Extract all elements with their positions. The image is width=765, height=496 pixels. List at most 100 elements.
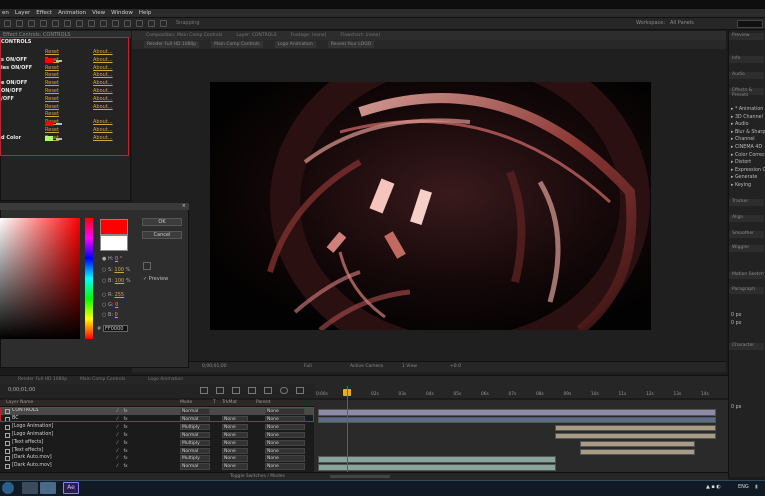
reset-link[interactable]: Reset [45, 104, 59, 110]
blend-mode-select[interactable]: Normal [180, 447, 210, 454]
effect-category-item[interactable]: ▸ Blur & Sharpen [731, 130, 765, 135]
brush-tool-icon[interactable] [112, 20, 119, 27]
about-link[interactable]: About... [93, 57, 113, 63]
parent-select[interactable]: None [265, 439, 305, 447]
shy-layers-icon[interactable] [232, 387, 240, 394]
rotate-tool-icon[interactable] [40, 20, 47, 27]
clone-tool-icon[interactable] [124, 20, 131, 27]
effect-category-item[interactable]: ▸ Generate [731, 175, 757, 180]
menu-item-layer[interactable]: Layer [15, 10, 30, 16]
pan-behind-tool-icon[interactable] [64, 20, 71, 27]
hand-tool-icon[interactable] [16, 20, 23, 27]
layer-row[interactable]: [Dark Auto.mov] ⁄ fx Normal None None [0, 463, 314, 472]
reset-link[interactable]: Reset [45, 72, 59, 78]
eyedropper-icon[interactable] [56, 60, 62, 62]
old-color-swatch[interactable] [100, 235, 128, 251]
reset-link[interactable]: Reset [45, 49, 59, 55]
exposure-value[interactable]: +0.0 [450, 364, 461, 369]
snapping-label[interactable]: Snapping [176, 20, 200, 26]
track-matte-select[interactable]: None [222, 439, 248, 447]
layer-name[interactable]: [Text effects] [12, 448, 43, 453]
layer-switches[interactable]: ⁄ fx [117, 449, 128, 454]
layer-switches[interactable]: ⁄ fx [117, 441, 128, 446]
layer-row[interactable]: [Text effects] ⁄ fx Multiply None None [0, 439, 314, 448]
composition-viewer[interactable] [210, 82, 651, 330]
layer-switches[interactable]: ⁄ fx [117, 425, 128, 430]
reset-link[interactable]: Reset [45, 88, 59, 94]
cancel-button[interactable]: Cancel [142, 231, 182, 239]
tab-footage[interactable]: Footage: (none) [291, 33, 327, 38]
folder-icon[interactable] [40, 482, 56, 494]
track-matte-select[interactable]: None [222, 447, 248, 454]
layer-name[interactable]: [Logo Animation] [12, 432, 53, 437]
comp-nav-render[interactable]: Render Full HD 1080p [144, 41, 200, 48]
color-picker-titlebar[interactable]: × [0, 203, 189, 210]
blend-mode-select[interactable]: Multiply [180, 439, 210, 447]
parent-select[interactable]: None [265, 423, 305, 431]
eyedropper-icon[interactable] [56, 138, 62, 140]
reset-link[interactable]: Reset [45, 111, 59, 117]
after-effects-taskbar-icon[interactable]: Ae [63, 482, 79, 494]
comp-nav-logo[interactable]: Logo Animation [274, 41, 316, 48]
layer-duration-bar[interactable] [580, 440, 695, 448]
about-link[interactable]: About... [93, 127, 113, 133]
layer-switches[interactable]: ⁄ fx [117, 464, 128, 469]
panel-header[interactable]: Character [729, 343, 764, 350]
col-layer-name[interactable]: Layer Name [6, 400, 33, 405]
r-value[interactable]: 255 [115, 292, 125, 298]
effect-category-item[interactable]: ▸ Audio [731, 122, 749, 127]
color-swatch[interactable] [45, 121, 53, 126]
paragraph-indent-3[interactable]: 0 px [731, 405, 741, 410]
about-link[interactable]: About... [93, 135, 113, 141]
b-value[interactable]: 100 [115, 278, 125, 284]
roto-brush-tool-icon[interactable] [148, 20, 155, 27]
camera-select[interactable]: Active Camera [350, 364, 383, 369]
zoom-tool-icon[interactable] [28, 20, 35, 27]
layer-duration-bar[interactable] [555, 432, 716, 440]
effect-category-item[interactable]: ▸ Channel [731, 137, 755, 142]
camera-tool-icon[interactable] [52, 20, 59, 27]
col-parent[interactable]: Parent [256, 400, 270, 405]
menu-item-view[interactable]: View [92, 10, 105, 16]
effect-category-item[interactable]: ▸ * Animation [731, 107, 763, 112]
ok-button[interactable]: OK [142, 218, 182, 226]
about-link[interactable]: About... [93, 88, 113, 94]
paragraph-indent-1[interactable]: 0 px [731, 313, 741, 318]
reset-link[interactable]: Reset [45, 96, 59, 102]
toggle-switches-modes[interactable]: Toggle Switches / Modes [230, 474, 285, 479]
resolution-select[interactable]: Full [304, 364, 312, 369]
effect-category-item[interactable]: ▸ 3D Channel [731, 115, 763, 120]
tab-main-comp[interactable]: Main Comp Controls [80, 377, 125, 382]
comp-mini-flowchart-icon[interactable] [200, 387, 208, 394]
color-swatch[interactable] [45, 58, 53, 63]
pen-tool-icon[interactable] [88, 20, 95, 27]
color-swatch[interactable] [45, 136, 53, 141]
menu-item-animation[interactable]: Animation [58, 10, 86, 16]
panel-header[interactable]: Smoother [729, 231, 764, 238]
graph-editor-icon[interactable] [280, 387, 288, 394]
about-link[interactable]: About... [93, 80, 113, 86]
brainstorm-icon[interactable] [296, 387, 304, 394]
comp-nav-reveal[interactable]: Reveal Your LOGO [327, 41, 375, 48]
selection-tool-icon[interactable] [4, 20, 11, 27]
layer-row[interactable]: [Logo Animation] ⁄ fx Multiply None None [0, 423, 314, 432]
file-explorer-icon[interactable] [22, 482, 38, 494]
timeline-timecode[interactable]: 0;00;01;00 [8, 387, 35, 393]
effect-category-item[interactable]: ▸ CINEMA 4D [731, 145, 762, 150]
about-link[interactable]: About... [93, 119, 113, 125]
layer-duration-bar[interactable] [318, 456, 556, 463]
current-time-display[interactable]: 0;00;01;00 [202, 364, 227, 369]
layer-duration-bar[interactable] [580, 448, 695, 455]
hex-input[interactable]: FF0000 [103, 325, 128, 332]
panel-header[interactable]: Align [729, 215, 764, 222]
start-button-icon[interactable] [2, 482, 14, 494]
about-link[interactable]: About... [93, 72, 113, 78]
layer-duration-bar[interactable] [318, 464, 556, 471]
blue-value[interactable]: 0 [115, 312, 118, 318]
text-tool-icon[interactable] [100, 20, 107, 27]
tab-flowchart[interactable]: Flowchart: (none) [340, 33, 380, 38]
blend-mode-select[interactable]: Normal [180, 463, 210, 470]
effect-category-item[interactable]: ▸ Expression Controls [731, 168, 765, 173]
hue-slider[interactable] [85, 218, 93, 339]
tray-icons[interactable]: ▲ ▪ ◐ [706, 484, 721, 490]
